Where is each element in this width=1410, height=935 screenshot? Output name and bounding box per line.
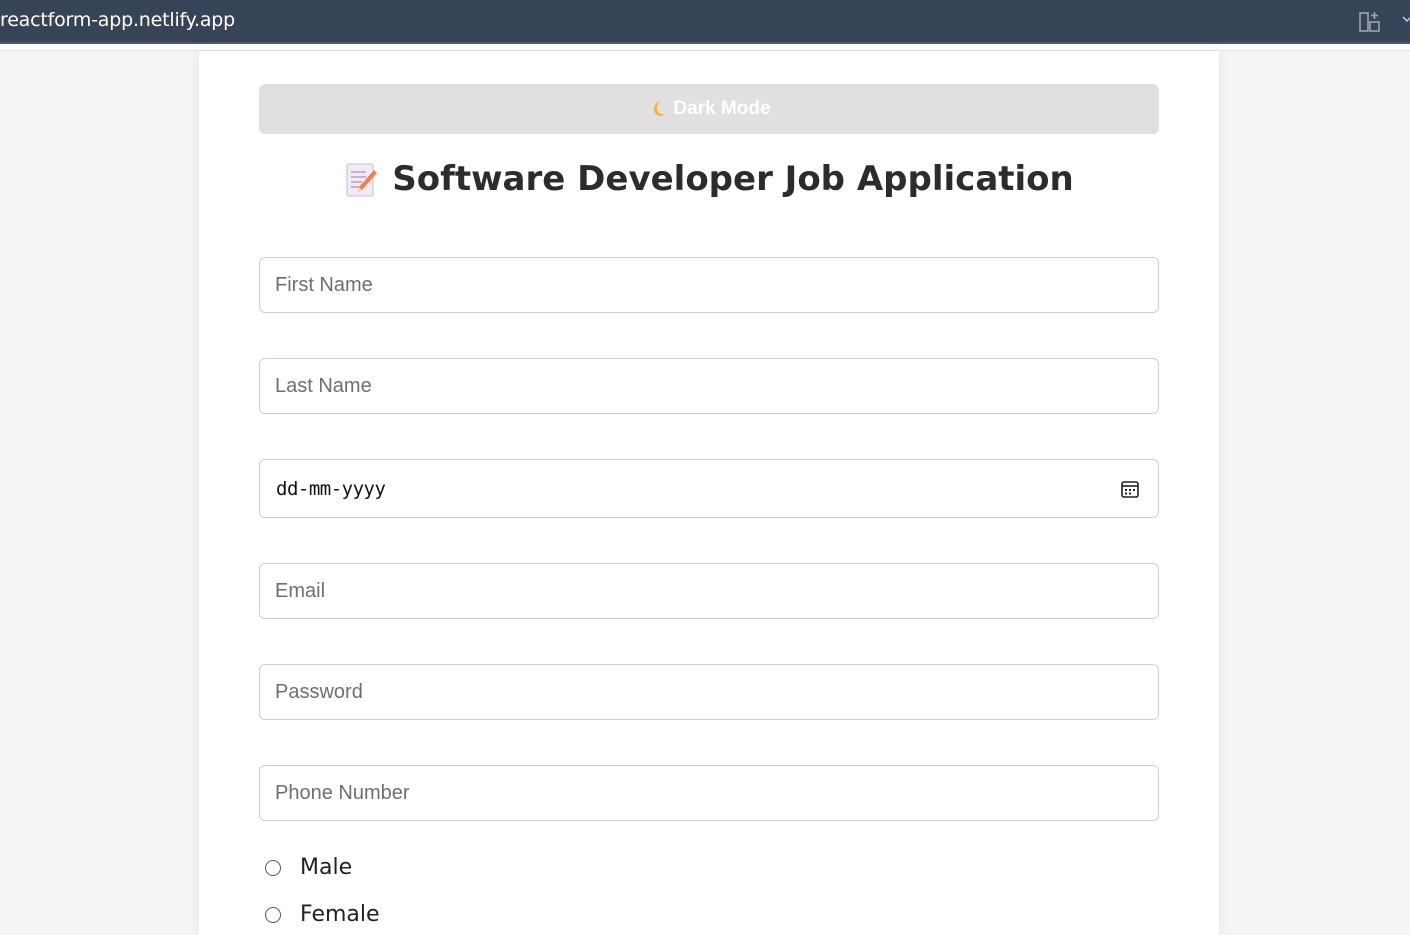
email-input[interactable] (259, 563, 1159, 619)
female-label: Female (300, 902, 380, 927)
tab-layout-icon[interactable] (1358, 10, 1382, 34)
page-title-text: Software Developer Job Application (392, 159, 1074, 199)
female-radio[interactable] (265, 906, 281, 923)
phone-number-input[interactable] (259, 765, 1159, 821)
dark-mode-toggle-button[interactable]: Dark Mode (259, 84, 1159, 134)
calendar-icon[interactable] (1120, 479, 1140, 499)
gender-option-female[interactable]: Female (265, 902, 380, 927)
dark-mode-label: Dark Mode (673, 98, 771, 119)
toolbar-separator (0, 44, 1410, 51)
password-input[interactable] (259, 664, 1159, 720)
date-of-birth-input[interactable]: dd-mm-yyyy (259, 459, 1159, 518)
date-format-text: dd-mm-yyyy (276, 478, 386, 500)
form-card: Dark Mode Software Developer Job Applica… (199, 51, 1219, 935)
last-name-input[interactable] (259, 358, 1159, 414)
url-text[interactable]: reactform-app.netlify.app (0, 9, 235, 31)
first-name-input[interactable] (259, 257, 1159, 313)
moon-icon (654, 101, 666, 116)
gender-option-male[interactable]: Male (265, 855, 352, 880)
page-title: Software Developer Job Application (199, 159, 1219, 199)
chevron-down-icon[interactable] (1402, 14, 1410, 24)
browser-address-bar: reactform-app.netlify.app (0, 0, 1410, 44)
male-radio[interactable] (265, 859, 281, 876)
memo-icon (346, 163, 378, 197)
male-label: Male (300, 855, 353, 880)
